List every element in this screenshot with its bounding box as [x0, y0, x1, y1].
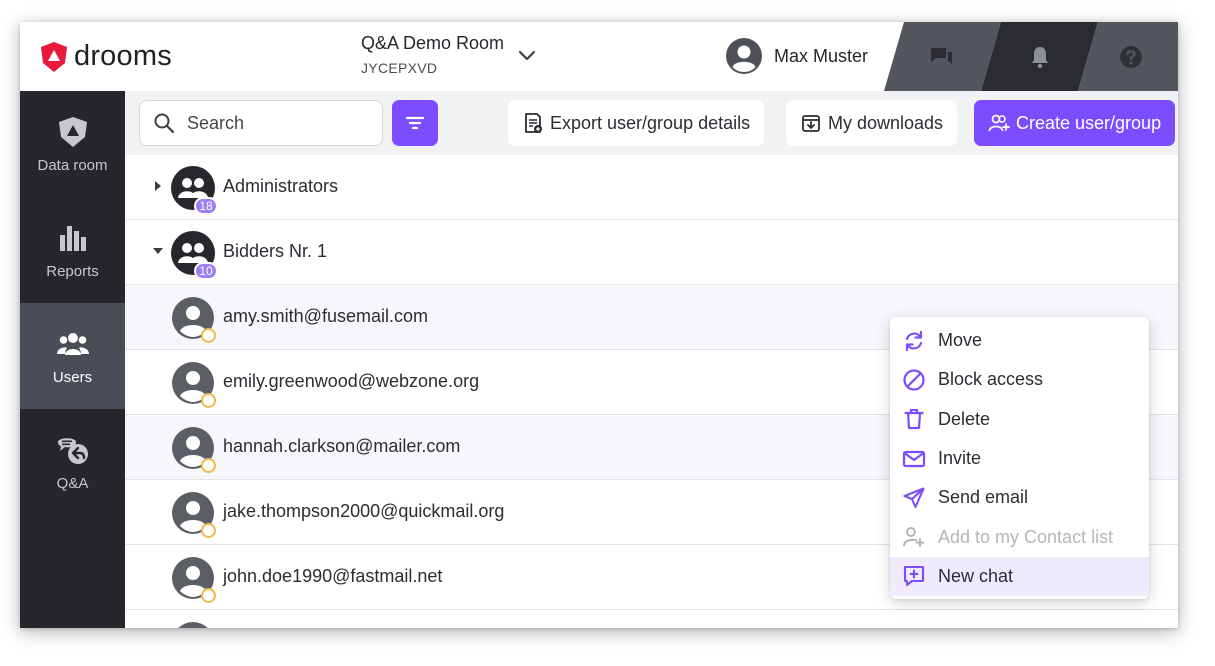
pending-status-dot — [201, 523, 216, 538]
user-email: jake.thompson2000@quickmail.org — [223, 501, 505, 521]
send-icon — [903, 487, 925, 508]
export-button-label: Export user/group details — [550, 112, 751, 133]
nav-label-qa: Q&A — [56, 474, 89, 492]
nav-label-reports: Reports — [46, 262, 99, 280]
users-icon — [56, 332, 89, 355]
pending-status-dot — [201, 328, 216, 343]
menu-item-block-access[interactable]: Block access — [890, 360, 1149, 399]
bell-icon — [1032, 46, 1048, 68]
user-context-menu: Move Block access Delete Invite Send ema… — [890, 317, 1149, 599]
group-name: Administrators — [223, 176, 339, 196]
menu-item-send-email[interactable]: Send email — [890, 478, 1149, 517]
left-navigation: Data room Reports Users Q&A — [20, 91, 125, 628]
user-avatar-icon — [178, 622, 208, 628]
app-window: drooms Q&A Demo Room JYCEPXVD Max Muster — [20, 22, 1178, 628]
menu-label: Delete — [938, 408, 991, 429]
add-users-icon — [988, 114, 1010, 132]
add-contact-icon — [903, 527, 925, 548]
move-icon — [905, 330, 923, 351]
data-room-icon — [58, 116, 87, 147]
new-chat-icon — [903, 566, 925, 587]
filter-button[interactable] — [392, 100, 438, 146]
caret-down-icon[interactable] — [152, 245, 164, 257]
pending-status-dot — [201, 393, 216, 408]
export-button[interactable]: Export user/group details — [508, 100, 765, 146]
export-document-icon — [525, 113, 542, 133]
mail-icon — [902, 450, 926, 467]
qa-icon — [57, 437, 88, 464]
caret-right-icon[interactable] — [152, 180, 164, 192]
search-box[interactable] — [139, 100, 383, 146]
menu-label: New chat — [938, 565, 1014, 586]
chat-button[interactable] — [892, 22, 992, 91]
header-actions — [884, 22, 1178, 91]
room-code: JYCEPXVD — [361, 60, 438, 76]
user-avatar-icon — [726, 38, 762, 74]
chevron-down-icon[interactable] — [517, 45, 537, 65]
nav-item-reports[interactable]: Reports — [20, 197, 125, 303]
menu-label: Move — [938, 330, 983, 351]
drooms-logo[interactable]: drooms — [40, 40, 172, 73]
trash-icon — [904, 409, 924, 430]
menu-label: Block access — [938, 369, 1044, 390]
search-icon — [154, 113, 175, 134]
menu-item-add-to-contacts: Add to my Contact list — [890, 517, 1149, 556]
download-box-icon — [802, 115, 820, 132]
nav-item-qa[interactable]: Q&A — [20, 409, 125, 515]
user-email: amy.smith@fusemail.com — [223, 306, 428, 326]
filter-icon — [405, 116, 425, 130]
menu-label: Add to my Contact list — [938, 526, 1114, 547]
group-row-administrators[interactable]: 18 Administrators — [125, 155, 1178, 220]
menu-item-new-chat[interactable]: New chat — [890, 556, 1149, 597]
pending-status-dot — [201, 458, 216, 473]
logo-text: drooms — [74, 40, 172, 72]
block-icon — [903, 369, 925, 391]
search-input[interactable] — [187, 112, 357, 134]
user-row-partial[interactable] — [125, 610, 1178, 628]
pending-status-dot — [201, 588, 216, 603]
user-name: Max Muster — [774, 45, 869, 66]
menu-label: Invite — [938, 448, 982, 469]
toolbar: Export user/group details My downloads C… — [125, 91, 1178, 155]
menu-item-delete[interactable]: Delete — [890, 400, 1149, 439]
my-downloads-button[interactable]: My downloads — [786, 100, 958, 146]
user-email: john.doe1990@fastmail.net — [223, 566, 443, 586]
nav-item-data-room[interactable]: Data room — [20, 91, 125, 197]
user-email: hannah.clarkson@mailer.com — [223, 436, 461, 456]
top-bar: drooms Q&A Demo Room JYCEPXVD Max Muster — [20, 22, 1178, 91]
my-downloads-label: My downloads — [828, 112, 944, 133]
drooms-logo-icon — [41, 41, 67, 72]
nav-label-data-room: Data room — [37, 156, 108, 174]
chat-icon — [931, 47, 952, 64]
help-button[interactable] — [1084, 22, 1178, 91]
user-menu[interactable]: Max Muster — [726, 38, 868, 74]
create-user-group-label: Create user/group — [1016, 112, 1162, 133]
create-user-group-button[interactable]: Create user/group — [974, 100, 1176, 146]
menu-item-move[interactable]: Move — [890, 321, 1149, 360]
menu-label: Send email — [938, 487, 1029, 508]
member-count-badge: 10 — [194, 262, 218, 280]
user-email: emily.greenwood@webzone.org — [223, 371, 480, 391]
nav-label-users: Users — [52, 368, 93, 386]
nav-item-users[interactable]: Users — [20, 303, 125, 409]
reports-icon — [59, 225, 86, 251]
member-count-badge: 18 — [194, 197, 218, 215]
notifications-button[interactable] — [990, 22, 1090, 91]
help-icon — [1120, 45, 1142, 68]
group-row-bidders[interactable]: 10 Bidders Nr. 1 — [125, 220, 1178, 285]
group-name: Bidders Nr. 1 — [223, 241, 328, 261]
room-name: Q&A Demo Room — [361, 33, 505, 53]
room-selector[interactable]: Q&A Demo Room JYCEPXVD — [361, 33, 504, 76]
menu-item-invite[interactable]: Invite — [890, 439, 1149, 478]
